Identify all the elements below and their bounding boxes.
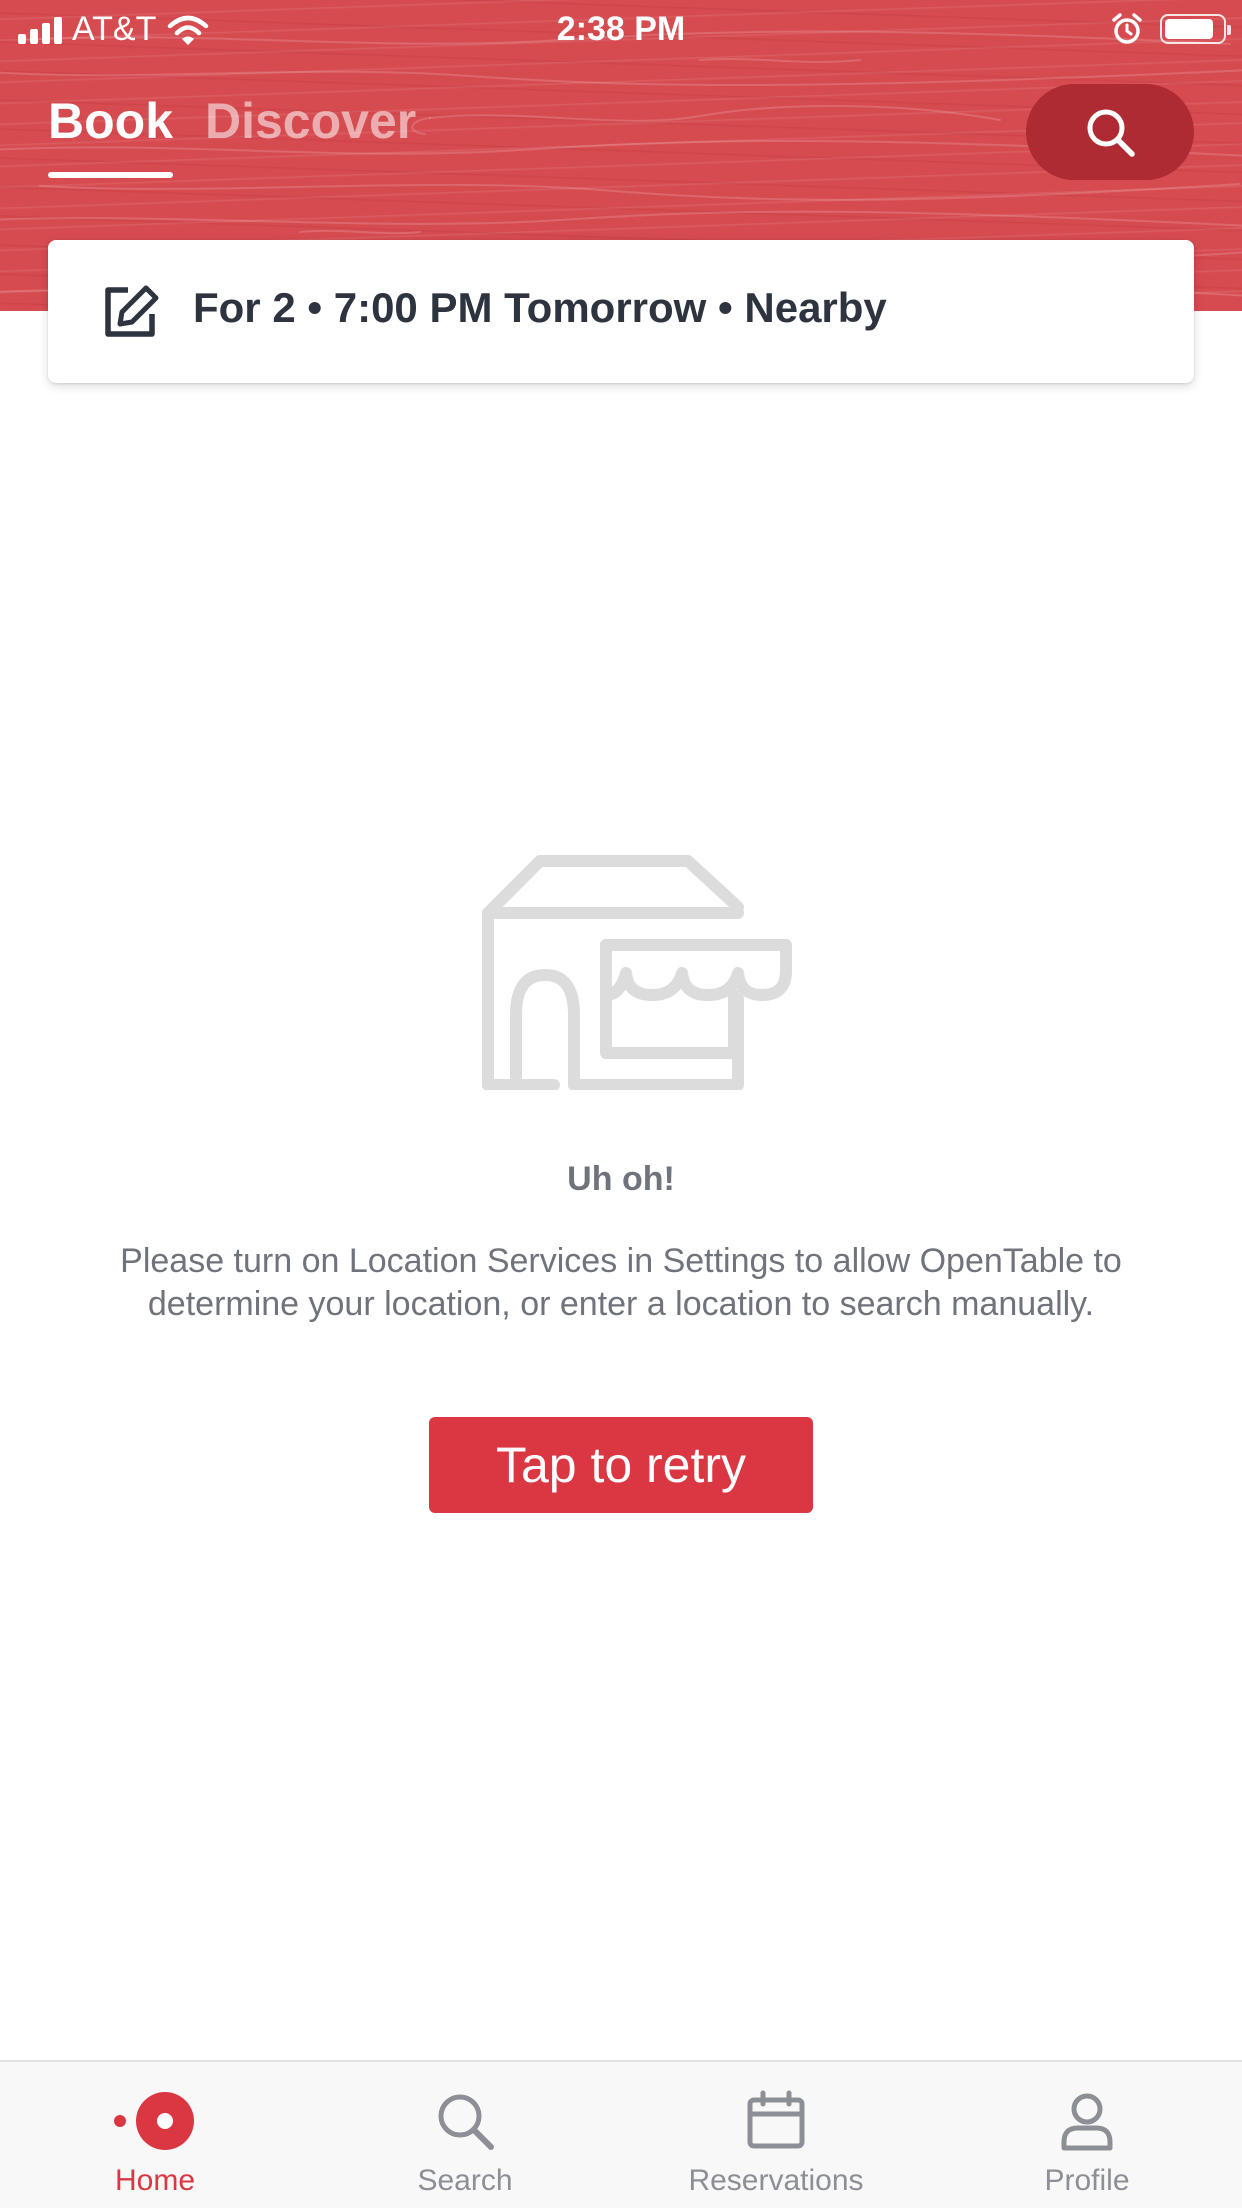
- battery-icon: [1160, 14, 1231, 44]
- alarm-icon: [1112, 13, 1142, 44]
- header-search-button[interactable]: [1026, 84, 1194, 180]
- tab-reservations[interactable]: Reservations: [621, 2062, 931, 2210]
- retry-button[interactable]: Tap to retry: [429, 1417, 813, 1513]
- bottom-tab-bar: Home Search Reservations Profile: [0, 2060, 1242, 2208]
- tab-reservations-label: Reservations: [688, 2164, 864, 2197]
- tab-home[interactable]: Home: [0, 2062, 310, 2210]
- empty-state-message: Please turn on Location Services in Sett…: [120, 1242, 1122, 1323]
- search-icon: [438, 2094, 494, 2150]
- tab-home-label: Home: [114, 2164, 196, 2197]
- tab-search-label: Search: [417, 2164, 513, 2197]
- search-criteria-card[interactable]: For 2 • 7:00 PM Tomorrow • Nearby: [48, 240, 1194, 383]
- status-right-group: [1110, 12, 1231, 46]
- empty-state-title: Uh oh!: [567, 1160, 675, 1198]
- home-icon: [114, 2092, 194, 2150]
- search-icon: [1087, 109, 1135, 157]
- edit-icon: [105, 285, 159, 337]
- tab-discover[interactable]: Discover: [205, 92, 416, 178]
- criteria-summary: For 2 • 7:00 PM Tomorrow • Nearby: [193, 284, 887, 331]
- calendar-icon: [747, 2090, 805, 2149]
- tab-book[interactable]: Book: [48, 92, 173, 178]
- header-tabs: Book Discover: [48, 92, 416, 178]
- profile-icon: [1061, 2093, 1113, 2151]
- status-time: 2:38 PM: [556, 10, 686, 48]
- tab-profile[interactable]: Profile: [932, 2062, 1242, 2210]
- tab-profile-label: Profile: [1044, 2164, 1130, 2197]
- status-bar: AT&T 2:38 PM: [0, 0, 1242, 62]
- battery-fill: [1165, 19, 1213, 39]
- tab-search[interactable]: Search: [310, 2062, 620, 2210]
- restaurant-storefront-icon: [482, 855, 792, 1090]
